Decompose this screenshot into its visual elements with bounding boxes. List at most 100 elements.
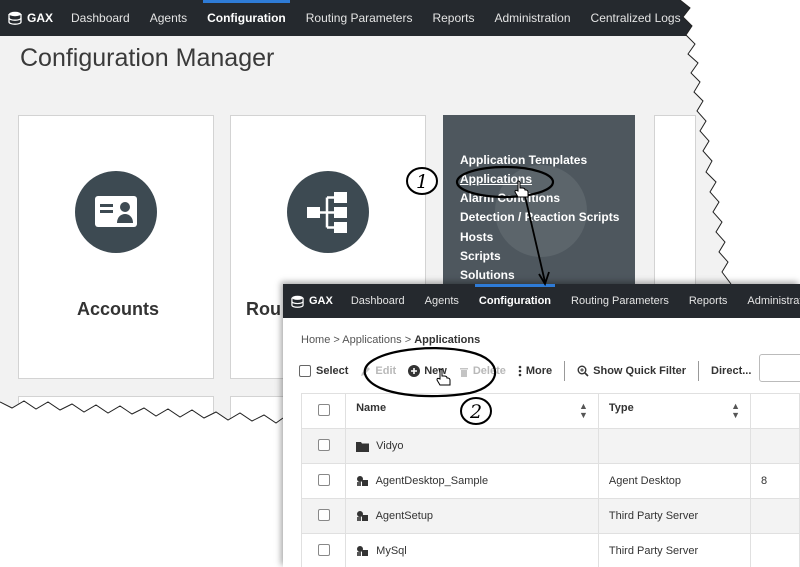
logo-text: GAX bbox=[309, 295, 333, 307]
menu-item-applications[interactable]: Applications bbox=[460, 172, 532, 186]
row-checkbox[interactable] bbox=[317, 508, 330, 521]
menu-item-solutions[interactable]: Solutions bbox=[460, 268, 515, 282]
toolbar-divider bbox=[564, 361, 566, 381]
row-checkbox[interactable] bbox=[317, 438, 330, 451]
menu-item-alarm-conditions[interactable]: Alarm Conditions bbox=[460, 191, 560, 205]
more-label: More bbox=[525, 365, 553, 377]
menu-item-hosts[interactable]: Hosts bbox=[460, 230, 493, 244]
row-checkbox[interactable] bbox=[317, 473, 330, 486]
type-cell: Third Party Server bbox=[597, 498, 752, 534]
nav-reports[interactable]: Reports bbox=[422, 0, 484, 36]
logo-text: GAX bbox=[27, 11, 54, 25]
nav-agents[interactable]: Agents bbox=[140, 0, 197, 36]
table-row[interactable]: AgentSetup Third Party Server bbox=[300, 498, 800, 534]
front-gax-logo[interactable]: GAX bbox=[283, 295, 341, 308]
row-name: AgentSetup bbox=[375, 509, 434, 522]
applications-table: Name ▲ ▼ Type ▲ ▼ Vidyo AgentDesktop_Sampl… bbox=[300, 393, 800, 567]
search-input[interactable] bbox=[759, 354, 800, 382]
nav-dashboard[interactable]: Dashboard bbox=[341, 284, 415, 318]
accounts-label: Accounts bbox=[77, 299, 160, 319]
column-header-type[interactable]: Type ▲ ▼ bbox=[597, 393, 752, 429]
edit-label: Edit bbox=[375, 365, 397, 377]
name-cell[interactable]: MySql bbox=[345, 533, 599, 567]
sort-icon[interactable]: ▲ ▼ bbox=[731, 402, 740, 420]
menu-item-application-templates[interactable]: Application Templates bbox=[460, 153, 587, 167]
select-button[interactable]: Select bbox=[299, 365, 348, 377]
edit-button[interactable]: Edit bbox=[360, 365, 396, 377]
extra-cell: 8 bbox=[750, 463, 800, 499]
menu-item-detection-reaction-scripts[interactable]: Detection / Reaction Scripts bbox=[460, 210, 619, 224]
routing-tree-icon bbox=[287, 171, 369, 253]
table-header-row: Name ▲ ▼ Type ▲ ▼ bbox=[300, 393, 800, 429]
column-header-extra bbox=[750, 393, 800, 429]
nav-configuration[interactable]: Configuration bbox=[469, 284, 561, 318]
database-icon bbox=[8, 11, 22, 25]
breadcrumb: Home > Applications > Applications bbox=[301, 334, 480, 346]
folder-icon bbox=[356, 441, 370, 452]
name-cell[interactable]: Vidyo bbox=[345, 428, 599, 464]
nav-administration[interactable]: Administration bbox=[737, 284, 800, 318]
application-icon bbox=[357, 511, 369, 522]
table-row[interactable]: AgentDesktop_Sample Agent Desktop 8 bbox=[300, 463, 800, 499]
menu-item-scripts[interactable]: Scripts bbox=[460, 249, 501, 263]
accounts-card[interactable]: Accounts bbox=[18, 115, 214, 379]
search-plus-icon bbox=[577, 365, 589, 377]
breadcrumb-separator: > bbox=[404, 334, 412, 346]
row-checkbox-cell[interactable] bbox=[300, 498, 347, 534]
new-label: New bbox=[424, 365, 447, 377]
routing-label: Rou bbox=[246, 299, 281, 319]
nav-reports[interactable]: Reports bbox=[679, 284, 738, 318]
delete-label: Delete bbox=[472, 365, 506, 377]
nav-agents[interactable]: Agents bbox=[415, 284, 469, 318]
row-checkbox-cell[interactable] bbox=[300, 428, 347, 464]
gax-logo[interactable]: GAX bbox=[0, 11, 61, 25]
extra-cell bbox=[750, 533, 800, 567]
nav-centralized-logs[interactable]: Centralized Logs bbox=[581, 0, 691, 36]
type-cell: Agent Desktop bbox=[597, 463, 752, 499]
toolbar: Select Edit New Delete More Show Quick F… bbox=[299, 360, 763, 382]
sort-icon[interactable]: ▲ ▼ bbox=[579, 402, 588, 420]
directory-button[interactable]: Direct... bbox=[711, 365, 751, 377]
type-cell: Third Party Server bbox=[597, 533, 752, 567]
delete-button[interactable]: Delete bbox=[459, 365, 506, 377]
new-button[interactable]: New bbox=[408, 365, 447, 377]
select-all-cell[interactable] bbox=[300, 393, 347, 429]
trash-icon bbox=[459, 367, 468, 377]
column-name-label: Name bbox=[356, 402, 387, 414]
pencil-icon bbox=[361, 366, 371, 376]
top-navigation-bar: GAX Dashboard Agents Configuration Routi… bbox=[0, 0, 800, 36]
nav-administration[interactable]: Administration bbox=[485, 0, 581, 36]
row-checkbox-cell[interactable] bbox=[300, 533, 347, 567]
id-card-icon bbox=[75, 171, 157, 253]
column-type-label: Type bbox=[608, 402, 634, 414]
select-all-checkbox[interactable] bbox=[317, 403, 330, 416]
row-checkbox-cell[interactable] bbox=[300, 463, 347, 499]
database-icon bbox=[291, 295, 304, 308]
plus-circle-icon bbox=[408, 365, 421, 377]
nav-web[interactable]: Web E bbox=[691, 0, 747, 36]
select-checkbox-icon bbox=[299, 365, 311, 377]
row-checkbox[interactable] bbox=[317, 543, 330, 556]
applications-window: GAX Dashboard Agents Configuration Routi… bbox=[283, 284, 800, 567]
nav-dashboard[interactable]: Dashboard bbox=[61, 0, 140, 36]
breadcrumb-home[interactable]: Home bbox=[301, 334, 330, 346]
show-quick-filter-button[interactable]: Show Quick Filter bbox=[577, 365, 686, 377]
nav-routing-parameters[interactable]: Routing Parameters bbox=[561, 284, 679, 318]
breadcrumb-applications-folder[interactable]: Applications bbox=[342, 334, 401, 346]
nav-routing-parameters[interactable]: Routing Parameters bbox=[296, 0, 423, 36]
type-cell bbox=[597, 428, 752, 464]
application-icon bbox=[357, 476, 369, 487]
column-header-name[interactable]: Name ▲ ▼ bbox=[345, 393, 599, 429]
toolbar-divider bbox=[698, 361, 700, 381]
more-button[interactable]: More bbox=[518, 365, 552, 377]
application-icon bbox=[357, 546, 369, 557]
name-cell[interactable]: AgentSetup bbox=[345, 498, 599, 534]
extra-cell bbox=[750, 498, 800, 534]
table-row[interactable]: Vidyo bbox=[300, 428, 800, 464]
card-row2-1[interactable] bbox=[18, 396, 214, 438]
row-name: AgentDesktop_Sample bbox=[375, 474, 489, 487]
name-cell[interactable]: AgentDesktop_Sample bbox=[345, 463, 599, 499]
nav-configuration[interactable]: Configuration bbox=[197, 0, 296, 36]
table-row[interactable]: MySql Third Party Server bbox=[300, 533, 800, 567]
front-navigation-bar: GAX Dashboard Agents Configuration Routi… bbox=[283, 284, 800, 318]
